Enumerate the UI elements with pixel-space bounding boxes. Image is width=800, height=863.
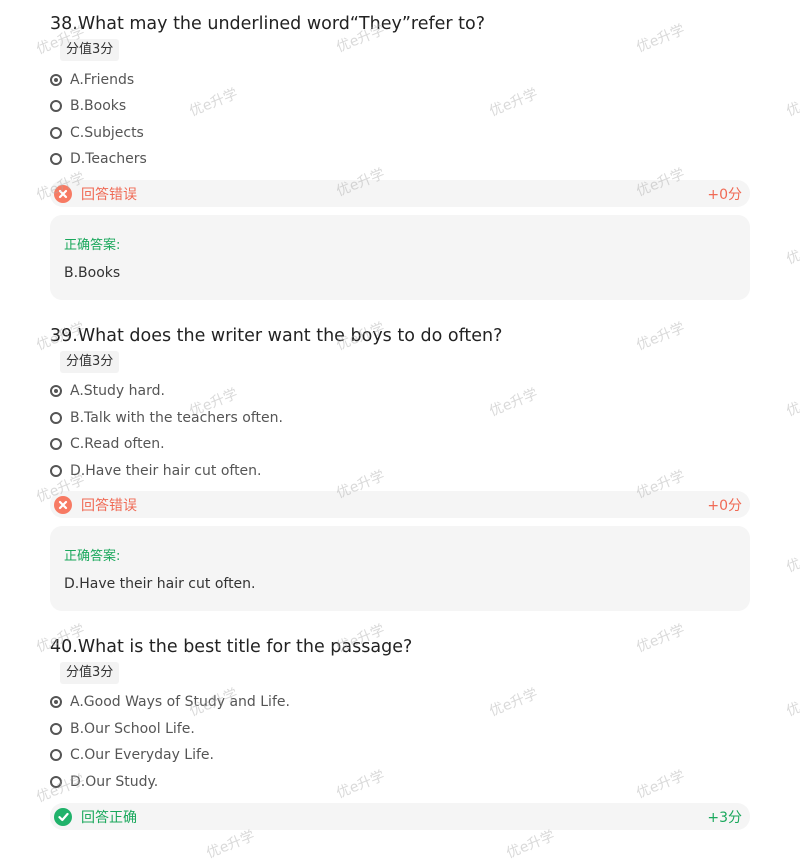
watermark: 优e升学: [784, 686, 800, 720]
option-label: D.Have their hair cut often.: [70, 463, 262, 479]
correct-answer-label: 正确答案:: [64, 238, 121, 253]
option-b[interactable]: B.Our School Life.: [50, 718, 195, 740]
option-label: A.Friends: [70, 72, 135, 88]
radio-icon[interactable]: [50, 465, 62, 477]
radio-icon[interactable]: [50, 127, 62, 139]
watermark: 优e升学: [634, 22, 688, 56]
watermark: 优e升学: [487, 86, 541, 120]
result-status-text: 回答错误: [81, 497, 137, 514]
watermark: 优e升学: [784, 386, 800, 420]
radio-icon[interactable]: [50, 153, 62, 165]
option-label: B.Books: [70, 98, 127, 114]
option-d[interactable]: D.Teachers: [50, 148, 147, 170]
option-a[interactable]: A.Study hard.: [50, 380, 165, 402]
result-bar: 回答正确 +3分: [50, 803, 750, 830]
option-label: D.Teachers: [70, 151, 147, 167]
option-label: A.Good Ways of Study and Life.: [70, 694, 290, 710]
option-label: B.Talk with the teachers often.: [70, 410, 283, 426]
option-b[interactable]: B.Books: [50, 95, 126, 117]
radio-icon[interactable]: [50, 723, 62, 735]
option-label: C.Subjects: [70, 125, 144, 141]
score-tag: 分值3分: [60, 662, 120, 684]
option-label: C.Read often.: [70, 436, 165, 452]
option-c[interactable]: C.Read often.: [50, 433, 165, 455]
watermark: 优e升学: [784, 86, 800, 120]
question-title: 38.What may the underlined word“They”ref…: [50, 14, 486, 34]
correct-answer-label: 正确答案:: [64, 549, 121, 564]
radio-checked-icon[interactable]: [50, 74, 62, 86]
option-a[interactable]: A.Good Ways of Study and Life.: [50, 691, 290, 713]
watermark: 优e升学: [634, 768, 688, 802]
watermark: 优e升学: [784, 234, 800, 268]
radio-icon[interactable]: [50, 438, 62, 450]
option-label: D.Our Study.: [70, 774, 159, 790]
watermark: 优e升学: [487, 686, 541, 720]
watermark: 优e升学: [187, 86, 241, 120]
watermark: 优e升学: [487, 386, 541, 420]
result-bar: 回答错误 +0分: [50, 180, 750, 207]
result-bar: 回答错误 +0分: [50, 491, 750, 518]
option-d[interactable]: D.Our Study.: [50, 771, 158, 793]
correct-answer-text: B.Books: [64, 265, 121, 281]
radio-icon[interactable]: [50, 412, 62, 424]
result-points: +0分: [707, 497, 742, 514]
watermark: 优e升学: [334, 768, 388, 802]
option-label: B.Our School Life.: [70, 721, 195, 737]
result-status-text: 回答错误: [81, 186, 137, 203]
radio-checked-icon[interactable]: [50, 696, 62, 708]
option-label: C.Our Everyday Life.: [70, 747, 214, 763]
radio-icon[interactable]: [50, 749, 62, 761]
option-d[interactable]: D.Have their hair cut often.: [50, 460, 262, 482]
result-points: +3分: [707, 809, 742, 826]
option-a[interactable]: A.Friends: [50, 69, 134, 91]
question-title: 39.What does the writer want the boys to…: [50, 326, 503, 346]
wrong-icon: [54, 495, 72, 514]
option-c[interactable]: C.Subjects: [50, 122, 144, 144]
score-tag: 分值3分: [60, 351, 120, 373]
question-title: 40.What is the best title for the passag…: [50, 637, 413, 657]
check-icon: [54, 807, 72, 826]
result-points: +0分: [707, 186, 742, 203]
radio-checked-icon[interactable]: [50, 385, 62, 397]
watermark: 优e升学: [204, 828, 258, 862]
wrong-icon: [54, 184, 72, 203]
result-status-text: 回答正确: [81, 809, 137, 826]
watermark: 优e升学: [634, 320, 688, 354]
option-b[interactable]: B.Talk with the teachers often.: [50, 407, 283, 429]
correct-answer-box: 正确答案: D.Have their hair cut often.: [50, 526, 750, 611]
watermark: 优e升学: [634, 622, 688, 656]
score-tag: 分值3分: [60, 39, 120, 61]
watermark: 优e升学: [784, 542, 800, 576]
option-c[interactable]: C.Our Everyday Life.: [50, 744, 214, 766]
option-label: A.Study hard.: [70, 383, 165, 399]
watermark: 优e升学: [504, 828, 558, 862]
correct-answer-text: D.Have their hair cut often.: [64, 576, 256, 592]
radio-icon[interactable]: [50, 776, 62, 788]
correct-answer-box: 正确答案: B.Books: [50, 215, 750, 300]
radio-icon[interactable]: [50, 100, 62, 112]
